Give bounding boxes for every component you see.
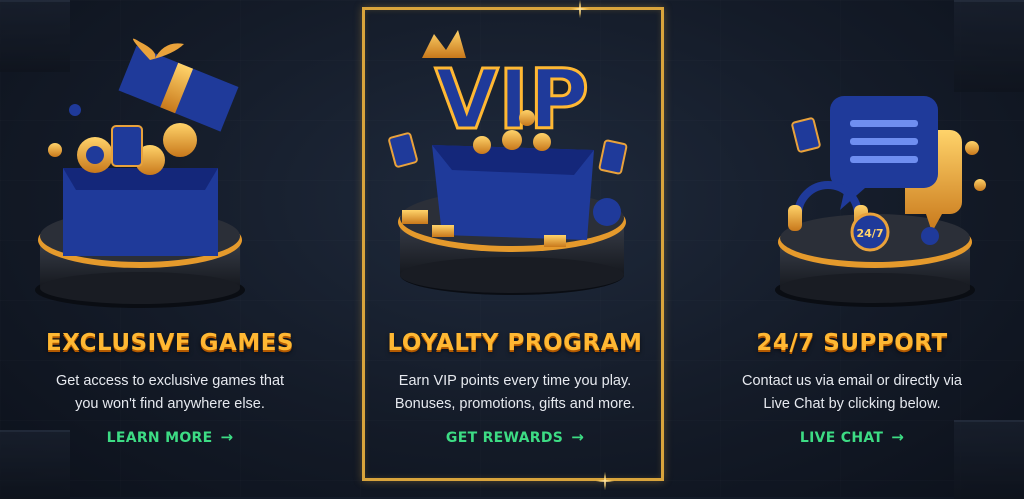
learn-more-link[interactable]: LEARN MORE → — [0, 428, 340, 446]
feature-description: Contact us via email or directly via Liv… — [680, 370, 1024, 416]
feature-card-exclusive-games: EXCLUSIVE GAMES Get access to exclusive … — [0, 0, 340, 497]
arrow-right-icon: → — [571, 428, 585, 446]
feature-description-line: you won't find anywhere else. — [75, 396, 265, 412]
link-label: GET REWARDS — [445, 430, 564, 446]
24-7-text: 24/7 — [857, 227, 884, 240]
feature-title: 24/7 SUPPORT — [756, 330, 948, 356]
feature-title: EXCLUSIVE GAMES — [45, 330, 294, 356]
feature-description-line: Live Chat by clicking below. — [763, 396, 941, 412]
feature-description-line: Get access to exclusive games that — [55, 373, 285, 389]
vip-chest-icon: VIP — [388, 30, 628, 295]
arrow-right-icon: → — [891, 428, 905, 446]
live-chat-link[interactable]: LIVE CHAT → — [680, 428, 1024, 446]
feature-card-loyalty-program: VIP LOYALTY PROGRAM Earn VIP points ever… — [362, 0, 668, 497]
feature-description: Get access to exclusive games that you w… — [0, 370, 340, 416]
feature-description: Earn VIP points every time you play. Bon… — [362, 370, 668, 416]
chat-support-icon: 24/7 — [775, 96, 986, 307]
link-label: LIVE CHAT — [799, 430, 884, 446]
feature-description-line: Contact us via email or directly via — [742, 373, 962, 389]
feature-title: LOYALTY PROGRAM — [387, 330, 643, 356]
feature-card-support: 24/7 24/7 SUPPORT Contact us via email o… — [680, 0, 1024, 497]
arrow-right-icon: → — [220, 428, 234, 446]
feature-description-line: Bonuses, promotions, gifts and more. — [394, 396, 636, 412]
feature-description-line: Earn VIP points every time you play. — [398, 373, 632, 389]
get-rewards-link[interactable]: GET REWARDS → — [362, 428, 668, 446]
gift-box-icon — [35, 38, 245, 308]
link-label: LEARN MORE — [106, 430, 213, 446]
